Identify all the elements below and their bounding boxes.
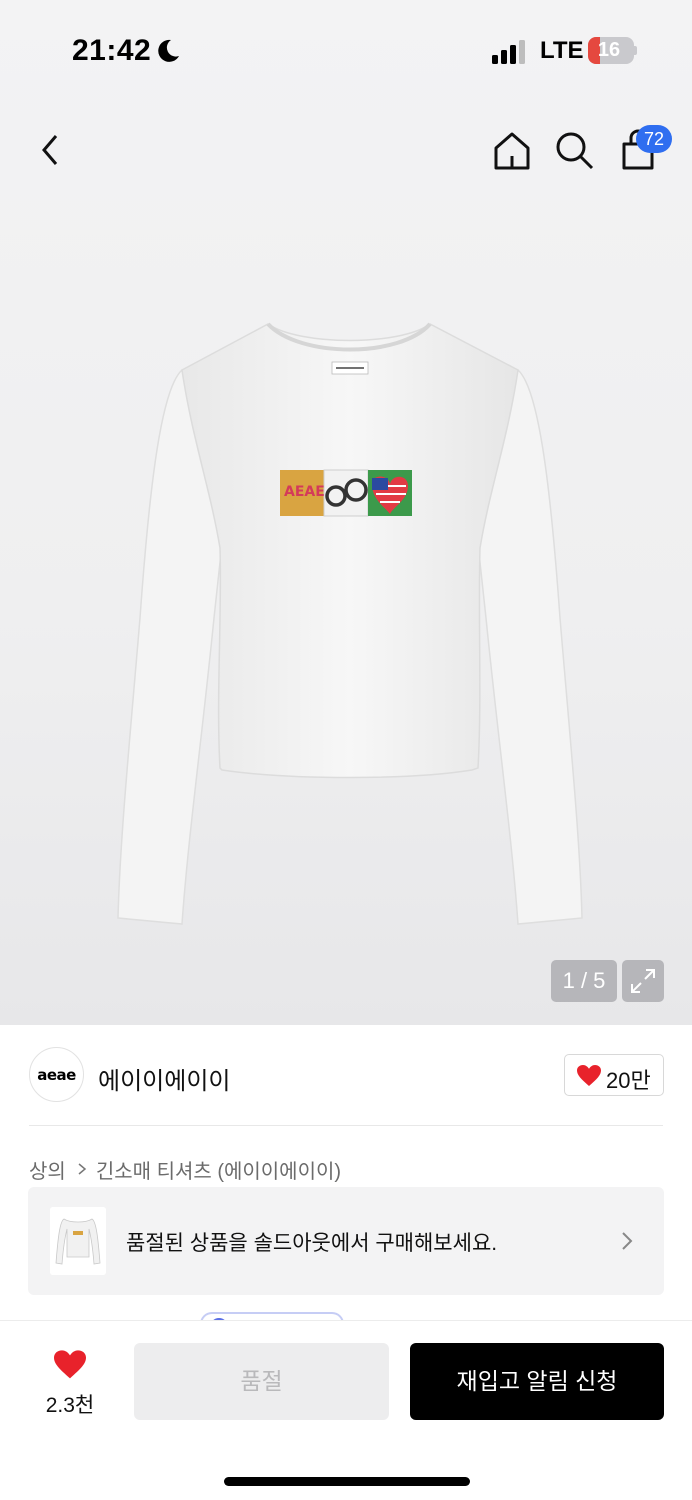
restock-alert-button[interactable]: 재입고 알림 신청: [410, 1343, 664, 1420]
status-time: 21:42: [72, 34, 152, 67]
soldout-marketplace-banner[interactable]: 품절된 상품을 솔드아웃에서 구매해보세요.: [28, 1187, 664, 1295]
product-image: AEAE: [117, 322, 583, 925]
bottom-action-bar: 2.3천 품절 재입고 알림 신청: [0, 1320, 692, 1500]
status-bar: 21:42 LTE 16: [0, 0, 692, 100]
breadcrumb: 상의 긴소매 티셔츠 (에이이에이이): [29, 1155, 341, 1184]
brand-logo[interactable]: aeae: [29, 1047, 84, 1102]
breadcrumb-category[interactable]: 상의: [29, 1155, 66, 1184]
moon-icon: [158, 39, 179, 62]
breadcrumb-subcategory[interactable]: 긴소매 티셔츠 (에이이에이이): [96, 1155, 341, 1184]
back-icon[interactable]: [26, 126, 74, 174]
brand-row: aeae 에이이에이이 20만: [0, 1025, 692, 1125]
product-thumbnail: [50, 1207, 106, 1275]
signal-icon: [492, 40, 525, 64]
banner-text: 품절된 상품을 솔드아웃에서 구매해보세요.: [126, 1232, 498, 1255]
cart-count-badge: 72: [636, 125, 672, 153]
home-indicator: [224, 1477, 470, 1486]
battery-tip: [634, 46, 637, 55]
top-nav: [0, 120, 692, 180]
wishlist-button[interactable]: 2.3천: [30, 1345, 110, 1419]
brand-like-count: 20만: [606, 1068, 651, 1093]
home-icon[interactable]: [488, 126, 536, 174]
expand-image-button[interactable]: [622, 960, 664, 1002]
expand-icon: [631, 969, 655, 993]
brand-like-button[interactable]: 20만: [564, 1054, 664, 1096]
svg-text:AEAE: AEAE: [284, 484, 325, 500]
search-icon[interactable]: [550, 126, 598, 174]
heart-icon: [54, 1350, 86, 1379]
chevron-right-icon: [622, 1232, 633, 1250]
network-type: LTE: [540, 37, 584, 64]
brand-name[interactable]: 에이이에이이: [98, 1061, 230, 1096]
chevron-right-icon: [78, 1163, 86, 1175]
soldout-button: 품절: [134, 1343, 389, 1420]
battery-level: 16: [597, 39, 621, 61]
heart-icon: [577, 1065, 601, 1086]
battery-icon: 16: [588, 37, 634, 64]
gallery-pager: 1 / 5: [551, 960, 617, 1002]
wishlist-count: 2.3천: [45, 1394, 95, 1417]
divider: [29, 1125, 663, 1126]
